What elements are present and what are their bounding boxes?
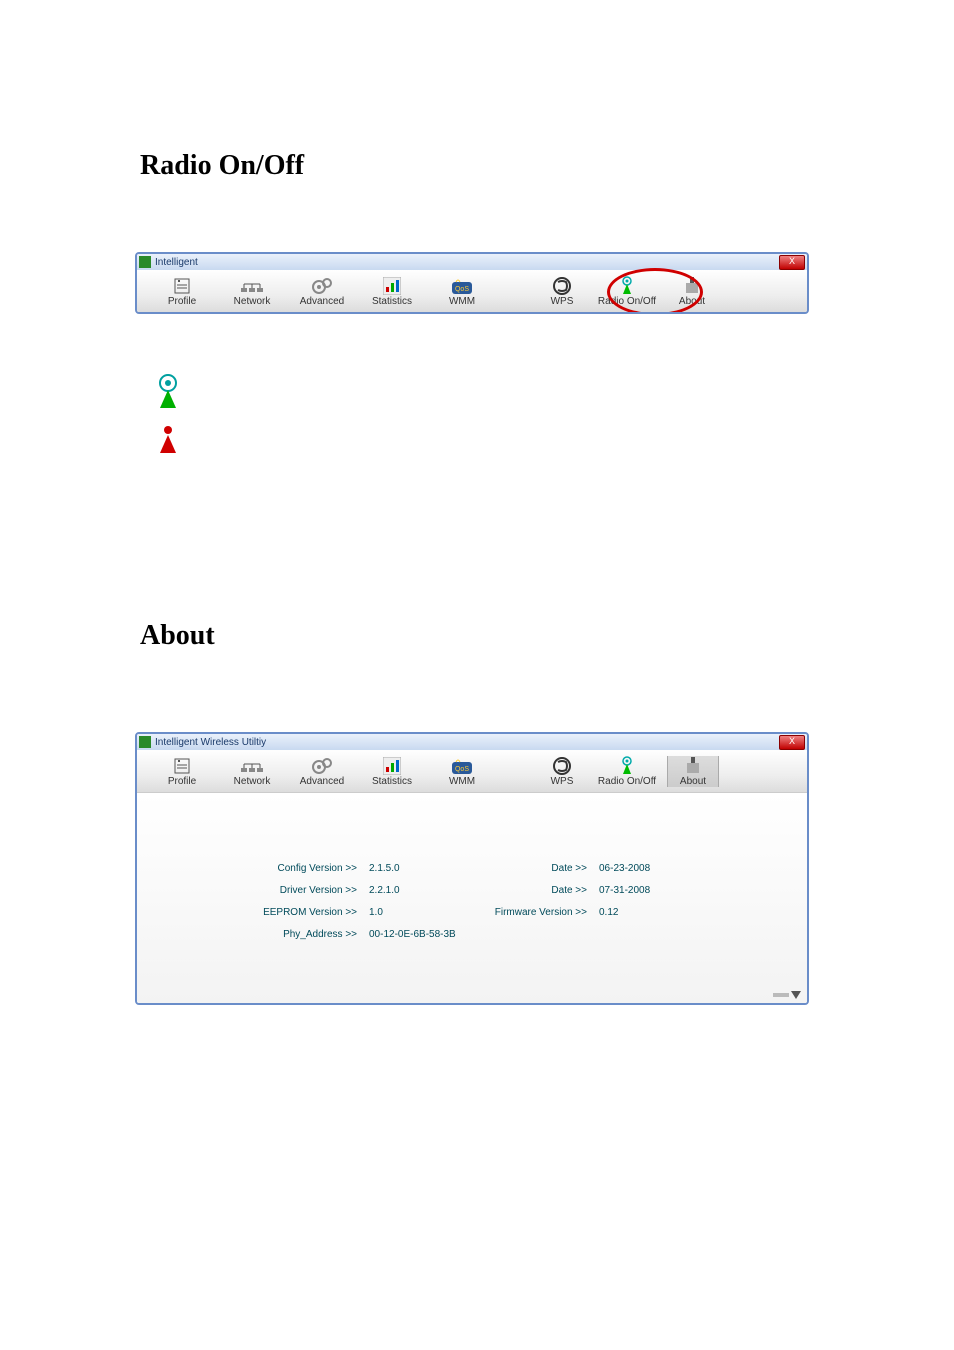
collapse-handle[interactable] (773, 989, 803, 1001)
antenna-icons (154, 374, 814, 460)
tab-about[interactable]: About (667, 276, 717, 307)
config-version-value: 2.1.5.0 (369, 863, 509, 874)
tab-network[interactable]: Network (217, 756, 287, 787)
tab-about[interactable]: About (667, 756, 719, 787)
app-icon (139, 256, 151, 268)
radio-icon (620, 756, 634, 776)
about-icon (685, 756, 701, 776)
tab-label: WMM (449, 776, 475, 787)
driver-version-label: Driver Version >> (237, 885, 369, 896)
tab-statistics[interactable]: Statistics (357, 276, 427, 307)
tab-wmm[interactable]: QoS WMM (427, 756, 497, 787)
firmware-version-value: 0.12 (599, 907, 739, 918)
window-about: Intelligent Wireless Utiltiy X Profile N… (135, 732, 809, 1005)
tab-label: Statistics (372, 776, 412, 787)
profile-icon (173, 276, 191, 296)
config-date-label: Date >> (507, 863, 599, 874)
phy-address-value: 00-12-0E-6B-58-3B (369, 929, 549, 940)
titlebar: Intelligent X (137, 254, 807, 270)
firmware-version-label: Firmware Version >> (467, 907, 599, 918)
tab-label: Profile (168, 296, 196, 307)
advanced-icon (311, 276, 333, 296)
tab-advanced[interactable]: Advanced (287, 756, 357, 787)
tab-wps[interactable]: WPS (537, 756, 587, 787)
eeprom-version-label: EEPROM Version >> (237, 907, 369, 918)
tab-label: WPS (551, 776, 574, 787)
heading-radio: Radio On/Off (140, 150, 814, 182)
toolbar: Profile Network Advanced Statistics (137, 270, 807, 313)
tab-label: Radio On/Off (598, 296, 656, 307)
config-date-value: 06-23-2008 (599, 863, 739, 874)
config-version-label: Config Version >> (237, 863, 369, 874)
about-panel: Config Version >> 2.1.5.0 Date >> 06-23-… (137, 793, 807, 1003)
wps-icon (553, 756, 571, 776)
tab-label: Profile (168, 776, 196, 787)
antenna-on-icon (154, 374, 814, 415)
tab-network[interactable]: Network (217, 276, 287, 307)
profile-icon (173, 756, 191, 776)
tab-statistics[interactable]: Statistics (357, 756, 427, 787)
tab-label: Advanced (300, 296, 344, 307)
driver-date-label: Date >> (507, 885, 599, 896)
tab-wmm[interactable]: QoS WMM (427, 276, 497, 307)
wmm-icon: QoS (452, 276, 472, 296)
heading-about: About (140, 620, 814, 652)
window-title: Intelligent (155, 257, 779, 268)
tab-label: Network (234, 776, 271, 787)
network-icon (240, 276, 264, 296)
window-title: Intelligent Wireless Utiltiy (155, 737, 779, 748)
tab-profile[interactable]: Profile (147, 756, 217, 787)
app-icon (139, 736, 151, 748)
wmm-icon: QoS (452, 756, 472, 776)
tab-label: Network (234, 296, 271, 307)
tab-advanced[interactable]: Advanced (287, 276, 357, 307)
tab-label: WMM (449, 296, 475, 307)
close-button[interactable]: X (779, 735, 805, 750)
wps-icon (553, 276, 571, 296)
radio-icon (620, 276, 634, 296)
driver-version-value: 2.2.1.0 (369, 885, 509, 896)
tab-radio[interactable]: Radio On/Off (587, 276, 667, 307)
svg-text:QoS: QoS (455, 766, 469, 773)
phy-address-label: Phy_Address >> (237, 929, 369, 940)
tab-label: Radio On/Off (598, 776, 656, 787)
tab-profile[interactable]: Profile (147, 276, 217, 307)
close-button[interactable]: X (779, 255, 805, 270)
tab-radio[interactable]: Radio On/Off (587, 756, 667, 787)
svg-text:QoS: QoS (455, 286, 469, 293)
network-icon (240, 756, 264, 776)
about-icon (684, 276, 700, 296)
advanced-icon (311, 756, 333, 776)
titlebar: Intelligent Wireless Utiltiy X (137, 734, 807, 750)
tab-label: WPS (551, 296, 574, 307)
tab-wps[interactable]: WPS (537, 276, 587, 307)
tab-label: Advanced (300, 776, 344, 787)
antenna-off-icon (154, 423, 814, 460)
tab-label: About (679, 296, 705, 307)
statistics-icon (383, 276, 401, 296)
tab-label: Statistics (372, 296, 412, 307)
window-intelligent: Intelligent X Profile Network Advanced (135, 252, 809, 314)
statistics-icon (383, 756, 401, 776)
toolbar: Profile Network Advanced Statistics (137, 750, 807, 793)
tab-label: About (680, 776, 706, 787)
driver-date-value: 07-31-2008 (599, 885, 739, 896)
